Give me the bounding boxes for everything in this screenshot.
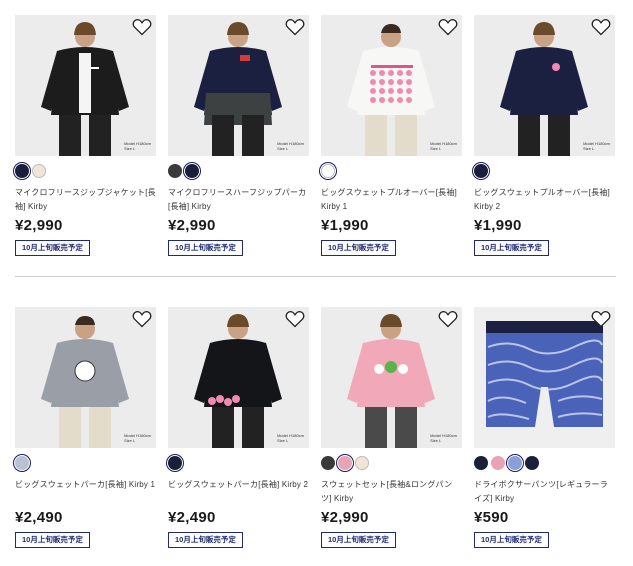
model-size-note: Model H180cm Size L (277, 141, 304, 151)
product-card[interactable]: Model H180cm Size L スウェットセット[長袖&ロングパンツ] Ki… (321, 307, 462, 548)
color-swatch[interactable] (338, 456, 352, 470)
model-size-note: Model H180cm Size L (124, 433, 151, 443)
color-swatch[interactable] (185, 164, 199, 178)
release-date-badge: 10月上旬販売予定 (15, 532, 90, 548)
product-card[interactable]: Model H180cm Size L ビッグスウェットパーカ[長袖] Kirby … (168, 307, 309, 548)
release-date-badge: 10月上旬販売予定 (168, 532, 243, 548)
product-name[interactable]: マイクロフリースハーフジップパーカ[長袖] Kirby (168, 186, 309, 214)
color-swatches (321, 456, 369, 471)
row-divider (15, 276, 616, 277)
color-swatches (15, 164, 46, 179)
product-price: ¥2,490 (15, 509, 63, 526)
model-size-note-line: Size L (277, 438, 289, 443)
color-swatch[interactable] (168, 164, 182, 178)
favorite-heart-icon[interactable] (438, 310, 458, 328)
product-image[interactable]: Model H180cm Size L (168, 307, 309, 448)
product-card[interactable]: Model H180cm Size L ビッグスウェットプルオーバー[長袖] Kir… (474, 15, 615, 256)
product-card[interactable]: Model H180cm Size L マイクロフリースハーフジップパーカ[長袖] … (168, 15, 309, 256)
color-swatch[interactable] (474, 164, 488, 178)
favorite-heart-icon[interactable] (132, 18, 152, 36)
model-size-note: Model H180cm Size L (430, 433, 457, 443)
release-date-badge: 10月上旬販売予定 (474, 532, 549, 548)
model-size-note-line: Size L (277, 146, 289, 151)
color-swatch[interactable] (508, 456, 522, 470)
model-size-note: Model H180cm Size L (124, 141, 151, 151)
color-swatch[interactable] (15, 456, 29, 470)
product-card[interactable]: ドライボクサーパンツ[レギュラーライズ] Kirby ¥590 10月上旬販売予定 (474, 307, 615, 548)
color-swatches (15, 456, 29, 471)
color-swatch[interactable] (525, 456, 539, 470)
color-swatch[interactable] (491, 456, 505, 470)
product-image[interactable]: Model H180cm Size L (15, 307, 156, 448)
favorite-heart-icon[interactable] (438, 18, 458, 36)
model-size-note-line: Size L (430, 438, 442, 443)
release-date-badge: 10月上旬販売予定 (168, 240, 243, 256)
product-image[interactable] (474, 307, 615, 448)
product-price: ¥2,990 (15, 217, 63, 234)
product-name[interactable]: マイクロフリースジップジャケット[長袖] Kirby (15, 186, 156, 214)
product-image[interactable]: Model H180cm Size L (15, 15, 156, 156)
product-price: ¥2,990 (168, 217, 216, 234)
color-swatches (474, 456, 539, 471)
model-size-note-line: Size L (583, 146, 595, 151)
product-card[interactable]: Model H180cm Size L ビッグスウェットプルオーバー[長袖] Kir… (321, 15, 462, 256)
color-swatches (474, 164, 488, 179)
product-price: ¥1,990 (321, 217, 369, 234)
color-swatch[interactable] (355, 456, 369, 470)
product-name[interactable]: ビッグスウェットパーカ[長袖] Kirby 2 (168, 478, 309, 492)
favorite-heart-icon[interactable] (591, 310, 611, 328)
product-name[interactable]: ドライボクサーパンツ[レギュラーライズ] Kirby (474, 478, 615, 506)
color-swatch[interactable] (168, 456, 182, 470)
product-image[interactable]: Model H180cm Size L (321, 307, 462, 448)
color-swatch[interactable] (474, 456, 488, 470)
release-date-badge: 10月上旬販売予定 (321, 532, 396, 548)
favorite-heart-icon[interactable] (285, 18, 305, 36)
product-image[interactable]: Model H180cm Size L (168, 15, 309, 156)
product-card[interactable]: Model H180cm Size L ビッグスウェットパーカ[長袖] Kirby … (15, 307, 156, 548)
model-size-note-line: Size L (430, 146, 442, 151)
model-size-note-line: Size L (124, 438, 136, 443)
model-size-note: Model H180cm Size L (277, 433, 304, 443)
model-size-note: Model H180cm Size L (583, 141, 610, 151)
color-swatch[interactable] (32, 164, 46, 178)
favorite-heart-icon[interactable] (591, 18, 611, 36)
color-swatch[interactable] (321, 456, 335, 470)
product-price: ¥2,490 (168, 509, 216, 526)
product-name[interactable]: ビッグスウェットプルオーバー[長袖] Kirby 2 (474, 186, 615, 214)
model-size-note-line: Size L (124, 146, 136, 151)
release-date-badge: 10月上旬販売予定 (15, 240, 90, 256)
color-swatches (321, 164, 335, 179)
product-price: ¥1,990 (474, 217, 522, 234)
product-image[interactable]: Model H180cm Size L (321, 15, 462, 156)
product-name[interactable]: スウェットセット[長袖&ロングパンツ] Kirby (321, 478, 462, 506)
product-price: ¥590 (474, 509, 509, 526)
color-swatch[interactable] (321, 164, 335, 178)
product-name[interactable]: ビッグスウェットプルオーバー[長袖] Kirby 1 (321, 186, 462, 214)
product-price: ¥2,990 (321, 509, 369, 526)
release-date-badge: 10月上旬販売予定 (321, 240, 396, 256)
color-swatch[interactable] (15, 164, 29, 178)
product-name[interactable]: ビッグスウェットパーカ[長袖] Kirby 1 (15, 478, 156, 492)
color-swatches (168, 164, 199, 179)
favorite-heart-icon[interactable] (132, 310, 152, 328)
product-card[interactable]: Model H180cm Size L マイクロフリースジップジャケット[長袖] K… (15, 15, 156, 256)
favorite-heart-icon[interactable] (285, 310, 305, 328)
color-swatches (168, 456, 182, 471)
release-date-badge: 10月上旬販売予定 (474, 240, 549, 256)
product-image[interactable]: Model H180cm Size L (474, 15, 615, 156)
model-size-note: Model H180cm Size L (430, 141, 457, 151)
